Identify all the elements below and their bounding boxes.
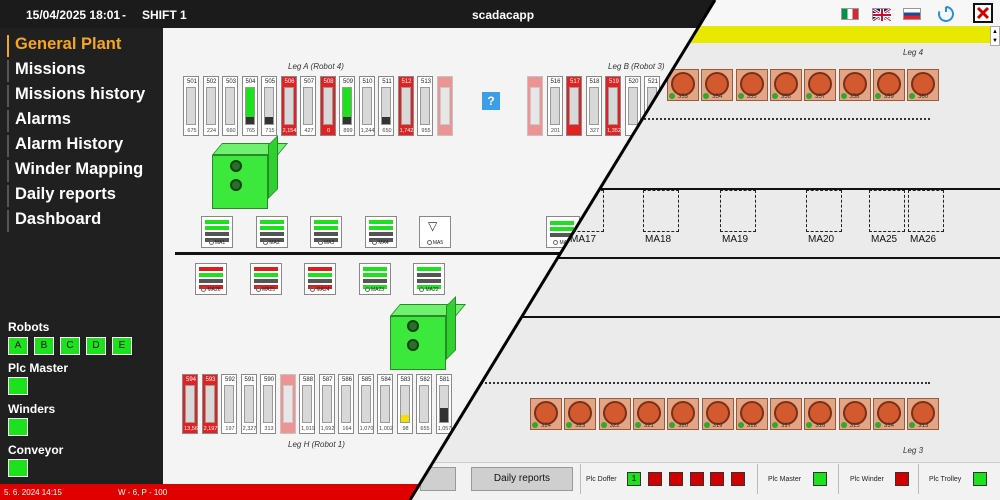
split-divider xyxy=(408,0,717,500)
screen: 15/04/2025 18:01 - SHIFT 1 scadacapp Gen… xyxy=(0,0,1000,500)
